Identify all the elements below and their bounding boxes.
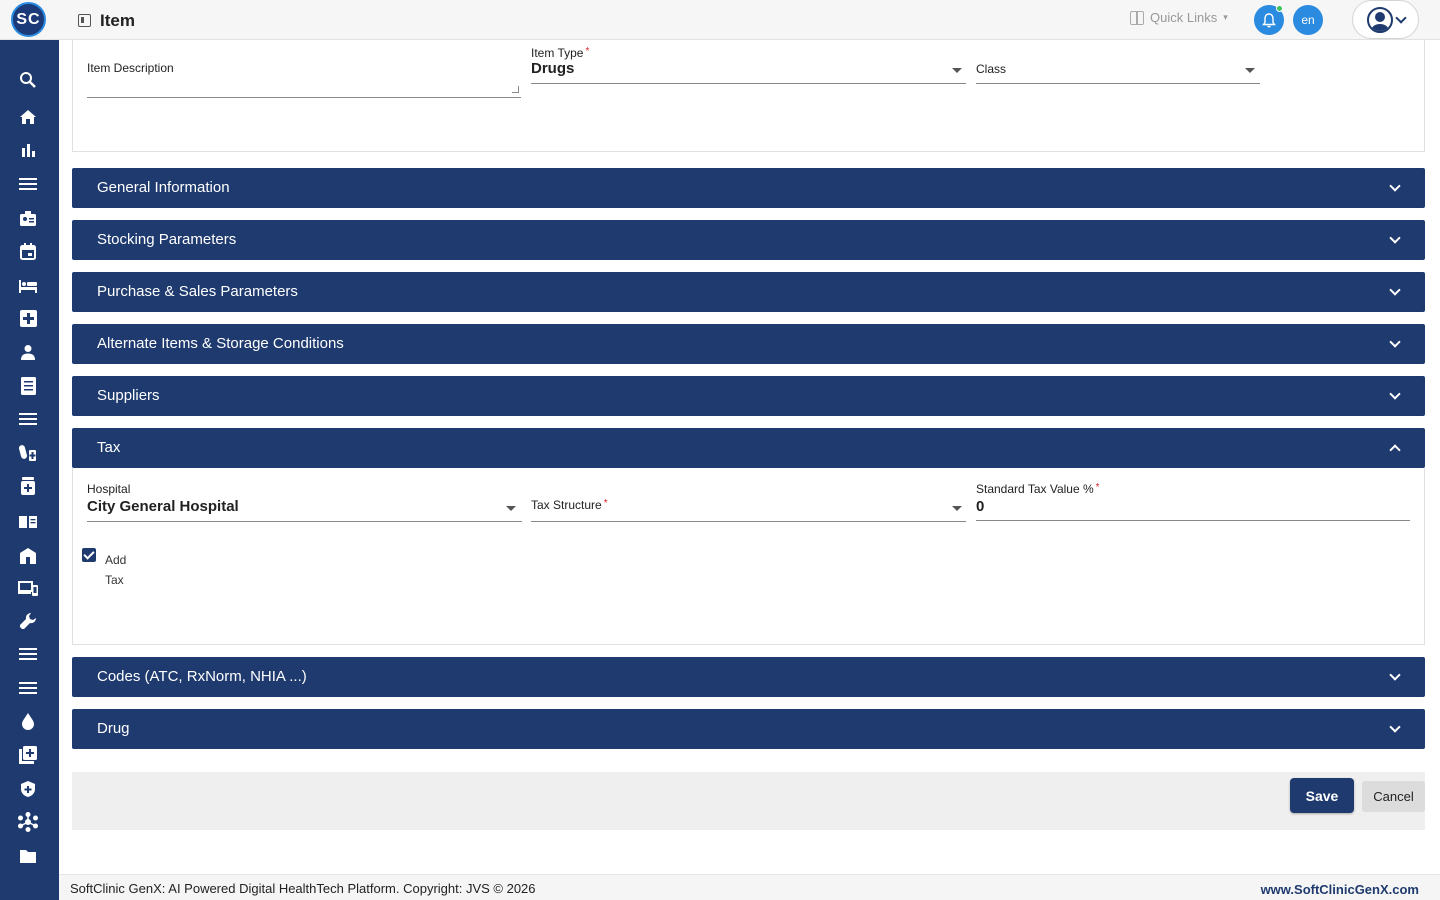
medicine-icon[interactable] xyxy=(18,476,38,496)
save-button[interactable]: Save xyxy=(1290,778,1354,813)
add-box-icon[interactable] xyxy=(18,745,38,765)
chevron-down-icon xyxy=(1389,669,1401,681)
section-drug[interactable]: Drug xyxy=(72,709,1425,749)
chevron-down-icon xyxy=(1389,180,1401,192)
book-icon[interactable] xyxy=(18,511,38,531)
bell-icon xyxy=(1262,12,1276,27)
devices-icon[interactable] xyxy=(18,578,38,598)
footer: SoftClinic GenX: AI Powered Digital Heal… xyxy=(59,874,1440,900)
chevron-down-icon xyxy=(1394,11,1407,24)
item-description-label: Item Description xyxy=(87,61,174,75)
app-logo[interactable]: SC xyxy=(11,2,46,37)
section-purchase-sales-parameters[interactable]: Purchase & Sales Parameters xyxy=(72,272,1425,312)
sidebar xyxy=(0,40,59,900)
item-type-underline xyxy=(531,83,966,84)
section-general-information[interactable]: General Information xyxy=(72,168,1425,208)
notification-dot xyxy=(1276,5,1283,12)
person-icon[interactable] xyxy=(18,342,38,362)
wrench-icon[interactable] xyxy=(18,611,38,631)
section-title: General Information xyxy=(97,179,230,196)
chevron-up-icon xyxy=(1389,444,1401,456)
section-title: Purchase & Sales Parameters xyxy=(97,283,298,300)
chevron-down-icon xyxy=(1389,388,1401,400)
avatar xyxy=(1366,6,1393,33)
user-menu-button[interactable] xyxy=(1352,0,1419,39)
item-description-field[interactable] xyxy=(87,80,521,98)
chevron-down-icon xyxy=(1389,284,1401,296)
section-stocking-parameters[interactable]: Stocking Parameters xyxy=(72,220,1425,260)
hospital-label: Hospital xyxy=(87,482,131,496)
section-title: Drug xyxy=(97,720,130,737)
caret-down-icon: ▾ xyxy=(1223,12,1228,22)
tax-structure-underline xyxy=(531,521,966,522)
hospital-underline xyxy=(87,521,522,522)
item-form-card: Item Description Item Type * Drugs Class xyxy=(72,40,1425,152)
menu-icon[interactable] xyxy=(18,409,38,429)
section-title: Tax xyxy=(97,439,121,456)
dropdown-caret-icon[interactable] xyxy=(506,506,516,511)
item-type-label: Item Type * xyxy=(531,46,590,60)
building-icon[interactable] xyxy=(18,545,38,565)
add-tax-checkbox[interactable] xyxy=(82,548,96,562)
document-icon[interactable] xyxy=(18,376,38,396)
page-icon xyxy=(78,14,91,27)
menu-icon[interactable] xyxy=(18,644,38,664)
section-codes[interactable]: Codes (ATC, RxNorm, NHIA ...) xyxy=(72,657,1425,697)
dropdown-caret-icon[interactable] xyxy=(1245,68,1255,73)
main-content: Item Description Item Type * Drugs Class … xyxy=(59,40,1440,874)
folder-icon[interactable] xyxy=(18,846,38,866)
tax-section-body: Hospital City General Hospital Tax Struc… xyxy=(72,468,1425,645)
shield-icon[interactable] xyxy=(18,779,38,799)
menu-icon[interactable] xyxy=(18,174,38,194)
bed-icon[interactable] xyxy=(18,276,38,296)
quick-links-label: Quick Links xyxy=(1150,10,1218,25)
search-icon[interactable] xyxy=(18,70,38,90)
dropdown-caret-icon[interactable] xyxy=(952,506,962,511)
section-tax[interactable]: Tax xyxy=(72,428,1425,468)
drop-icon[interactable] xyxy=(18,711,38,731)
hospital-select[interactable]: City General Hospital xyxy=(87,498,239,515)
resize-handle-icon[interactable] xyxy=(512,86,519,93)
section-alternate-items-storage[interactable]: Alternate Items & Storage Conditions xyxy=(72,324,1425,364)
chevron-down-icon xyxy=(1389,232,1401,244)
class-select[interactable]: Class xyxy=(976,62,1006,76)
section-title: Suppliers xyxy=(97,387,160,404)
page-title: Item xyxy=(100,11,135,30)
footer-website-link[interactable]: www.SoftClinicGenX.com xyxy=(1261,882,1419,897)
badge-icon[interactable] xyxy=(18,208,38,228)
section-suppliers[interactable]: Suppliers xyxy=(72,376,1425,416)
medical-plus-icon[interactable] xyxy=(18,308,38,328)
dropdown-caret-icon[interactable] xyxy=(952,68,962,73)
pharmacy-icon[interactable] xyxy=(18,443,38,463)
cancel-button[interactable]: Cancel xyxy=(1362,781,1425,812)
add-tax-label: Add Tax xyxy=(105,553,127,587)
language-button[interactable]: en xyxy=(1293,5,1323,35)
menu-icon[interactable] xyxy=(18,678,38,698)
section-title: Alternate Items & Storage Conditions xyxy=(97,335,344,352)
item-type-select[interactable]: Drugs xyxy=(531,60,574,77)
gift-icon xyxy=(1130,10,1144,25)
section-title: Codes (ATC, RxNorm, NHIA ...) xyxy=(97,668,307,685)
standard-tax-label: Standard Tax Value % * xyxy=(976,482,1100,496)
item-description-underline xyxy=(87,97,521,98)
home-icon[interactable] xyxy=(18,107,38,127)
standard-tax-underline xyxy=(976,520,1410,521)
chevron-down-icon xyxy=(1389,721,1401,733)
notifications-button[interactable] xyxy=(1254,5,1284,35)
chevron-down-icon xyxy=(1389,336,1401,348)
section-title: Stocking Parameters xyxy=(97,231,237,248)
bar-chart-icon[interactable] xyxy=(18,140,38,160)
calendar-icon[interactable] xyxy=(18,241,38,261)
action-bar: Save Cancel xyxy=(72,772,1425,830)
quick-links-menu[interactable]: Quick Links ▾ xyxy=(1130,10,1228,25)
class-underline xyxy=(976,83,1260,84)
footer-copyright: SoftClinic GenX: AI Powered Digital Heal… xyxy=(70,881,536,896)
top-bar: SC Item Quick Links ▾ en xyxy=(0,0,1440,40)
tax-structure-select[interactable]: Tax Structure * xyxy=(531,498,608,512)
hub-icon[interactable] xyxy=(18,812,38,832)
standard-tax-input[interactable]: 0 xyxy=(976,498,984,515)
